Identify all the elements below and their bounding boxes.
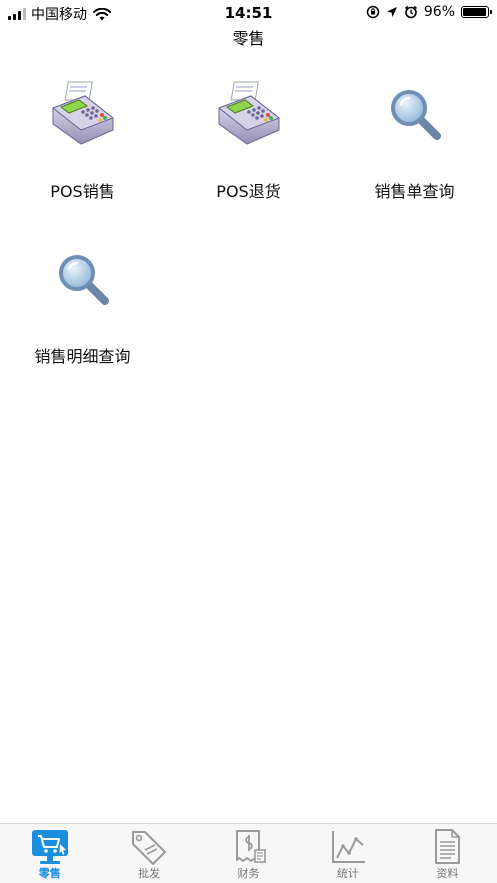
tab-label: 财务 (237, 867, 260, 880)
rotation-lock-icon (366, 5, 380, 19)
location-arrow-icon (386, 7, 397, 17)
status-bar: 中国移动 14:51 96% (0, 0, 497, 26)
tab-statistics[interactable]: 统计 (298, 824, 397, 883)
finance-document-icon (235, 830, 266, 863)
sale-tag-icon (132, 831, 167, 865)
line-chart-icon (331, 831, 365, 863)
tab-label: 资料 (436, 867, 459, 880)
battery-percent: 96% (423, 4, 455, 20)
tab-label: 统计 (336, 867, 359, 880)
page-title: 零售 (232, 29, 265, 48)
cart-monitor-icon (31, 830, 68, 864)
tab-finance[interactable]: 财务 (199, 824, 298, 883)
menu-item-label: 销售明细查询 (34, 347, 131, 366)
document-icon (435, 829, 461, 864)
tab-retail[interactable]: 零售 (0, 824, 99, 883)
magnifier-icon (58, 255, 109, 305)
tab-data[interactable]: 资料 (398, 824, 497, 883)
magnifier-icon (390, 90, 441, 140)
menu-item-sales-order-query[interactable]: 销售单查询 (332, 70, 497, 230)
pos-terminal-icon (51, 81, 114, 145)
menu-item-label: POS销售 (50, 182, 115, 201)
tab-label: 批发 (138, 867, 161, 880)
tab-wholesale[interactable]: 批发 (99, 824, 198, 883)
alarm-icon (404, 5, 417, 19)
menu-item-pos-return[interactable]: POS退货 (166, 70, 331, 230)
pos-terminal-icon (217, 81, 280, 145)
battery-icon (461, 6, 492, 18)
menu-item-label: 销售单查询 (374, 182, 455, 201)
tab-bar: 零售 批发 财务 统计 资料 (0, 823, 497, 883)
tab-label: 零售 (38, 867, 61, 880)
menu-item-sales-detail-query[interactable]: 销售明细查询 (0, 235, 165, 395)
status-right: 96% (366, 4, 492, 20)
menu-item-pos-sale[interactable]: POS销售 (0, 70, 165, 230)
menu-item-label: POS退货 (216, 182, 281, 201)
